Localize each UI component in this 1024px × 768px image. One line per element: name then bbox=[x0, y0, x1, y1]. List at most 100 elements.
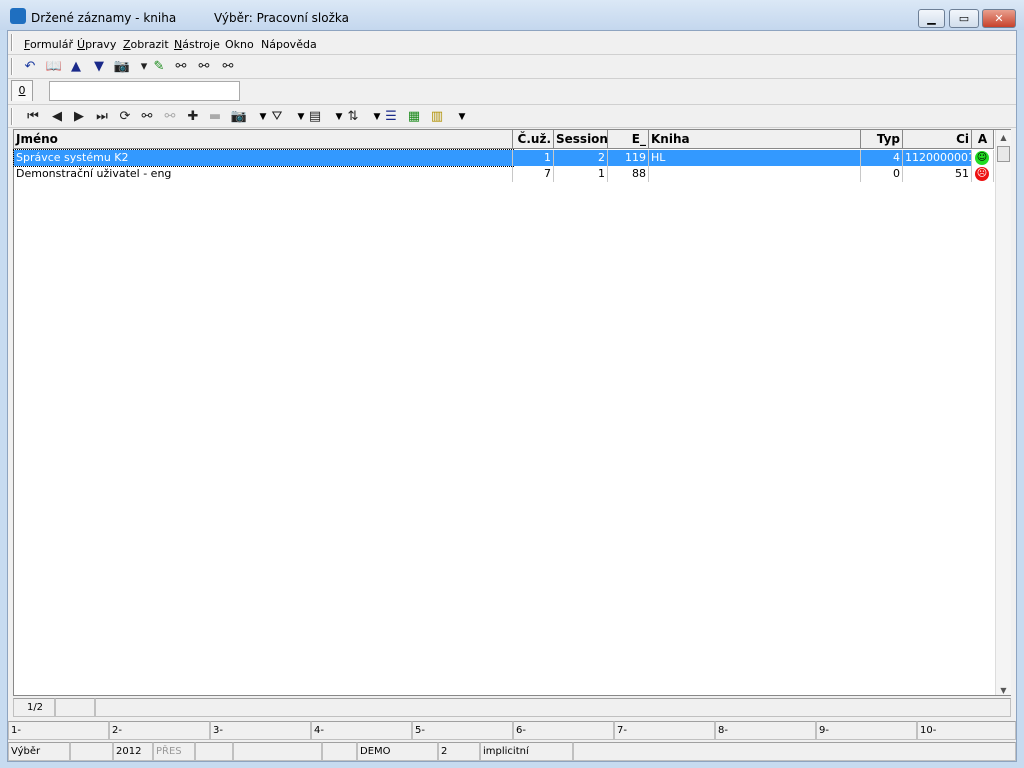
function-key-10[interactable]: 10- bbox=[917, 721, 1016, 740]
app-icon bbox=[10, 8, 26, 24]
scroll-up-icon[interactable]: ▲ bbox=[996, 130, 1011, 146]
status-segment-1 bbox=[70, 742, 113, 761]
add-icon[interactable]: ✚ bbox=[184, 109, 202, 125]
column-header-a[interactable]: A bbox=[972, 130, 994, 149]
function-key-3[interactable]: 3- bbox=[210, 721, 311, 740]
dropdown-arrow-icon[interactable]: ▼ bbox=[453, 109, 471, 125]
status-segment-9: implicitní bbox=[480, 742, 573, 761]
window-subtitle: Výběr: Pracovní složka bbox=[214, 11, 349, 25]
function-key-4[interactable]: 4- bbox=[311, 721, 412, 740]
next-icon[interactable]: ▶ bbox=[70, 109, 88, 125]
menu-3[interactable]: Nástroje bbox=[174, 38, 220, 51]
camera-icon[interactable]: 📷 bbox=[230, 109, 248, 125]
cell-jmeno[interactable]: Správce systému K2 bbox=[13, 149, 514, 167]
function-key-7[interactable]: 7- bbox=[614, 721, 715, 740]
main-toolbar: ↶ 📖 ▲ ▼ 📷 ▾ ✎ ⚯ ⚯ ⚯ bbox=[8, 55, 1016, 79]
scroll-down-icon[interactable]: ▼ bbox=[996, 686, 1011, 695]
function-key-1[interactable]: 1- bbox=[8, 721, 109, 740]
maximize-button[interactable]: ▭ bbox=[949, 9, 979, 28]
record-position: 1/2 bbox=[13, 698, 55, 717]
status-segment-2: 2012 bbox=[113, 742, 153, 761]
cell-e[interactable]: 119 bbox=[608, 150, 649, 166]
tab-0[interactable]: 0 bbox=[11, 80, 33, 101]
status-segment-0: Výběr bbox=[8, 742, 70, 761]
last-icon[interactable]: ⏭ bbox=[93, 109, 111, 125]
cell-e[interactable]: 88 bbox=[608, 166, 649, 182]
scroll-thumb[interactable] bbox=[997, 146, 1010, 162]
cell-cuz[interactable]: 7 bbox=[513, 166, 554, 182]
status-segment-3: PŘES bbox=[153, 742, 195, 761]
column-header-cuz[interactable]: Č.už. bbox=[513, 130, 554, 149]
column-header-session[interactable]: Session bbox=[554, 130, 608, 149]
cell-ci[interactable]: 51 bbox=[903, 166, 972, 182]
dropdown-arrow-icon[interactable]: ▼ bbox=[368, 109, 386, 125]
function-key-6[interactable]: 6- bbox=[513, 721, 614, 740]
dropdown-arrow-icon[interactable]: ▼ bbox=[254, 109, 272, 125]
record-status-message bbox=[95, 698, 1011, 717]
menu-bar: Formulář Úpravy Zobrazit Nástroje Okno Nápově… bbox=[8, 31, 1016, 55]
minimize-button[interactable]: ▁ bbox=[918, 9, 945, 28]
cell-session[interactable]: 1 bbox=[554, 166, 608, 182]
binoculars-disabled-icon[interactable]: ⚯ bbox=[161, 109, 179, 125]
column-header-typ[interactable]: Typ bbox=[861, 130, 903, 149]
column-header-kniha[interactable]: Kniha bbox=[649, 130, 861, 149]
cell-a[interactable]: ☹ bbox=[972, 166, 994, 182]
status-segment-10 bbox=[573, 742, 1016, 761]
book-icon[interactable]: 📖 bbox=[45, 59, 63, 75]
remove-icon[interactable]: ▬ bbox=[206, 109, 224, 125]
cell-kniha[interactable] bbox=[649, 166, 861, 182]
cell-session[interactable]: 2 bbox=[554, 150, 608, 166]
dropdown-arrow-icon[interactable]: ▼ bbox=[330, 109, 348, 125]
column-header-e[interactable]: E_ bbox=[608, 130, 649, 149]
cell-typ[interactable]: 0 bbox=[861, 166, 903, 182]
cell-ci[interactable]: 1120000001 bbox=[903, 150, 972, 166]
menu-0[interactable]: Formulář bbox=[24, 38, 73, 51]
active-smiley-icon: ☺ bbox=[975, 151, 989, 165]
filter-input[interactable] bbox=[49, 81, 240, 101]
status-segment-7: DEMO bbox=[357, 742, 438, 761]
binoculars-icon[interactable]: ⚯ bbox=[138, 109, 156, 125]
status-segment-8: 2 bbox=[438, 742, 480, 761]
column-header-jmeno[interactable]: Jméno bbox=[14, 130, 513, 149]
excel-icon[interactable]: ▦ bbox=[405, 109, 423, 125]
report-icon[interactable]: ▥ bbox=[428, 109, 446, 125]
cell-a[interactable]: ☺ bbox=[972, 150, 994, 166]
cell-kniha[interactable]: HL bbox=[649, 150, 861, 166]
status-segment-4 bbox=[195, 742, 233, 761]
undo-icon[interactable]: ↶ bbox=[21, 59, 39, 75]
menu-1[interactable]: Úpravy bbox=[77, 38, 116, 51]
find-next-icon[interactable]: ⚯ bbox=[195, 59, 213, 75]
window-client: Formulář Úpravy Zobrazit Nástroje Okno Nápově… bbox=[7, 30, 1017, 762]
excel-edit-icon[interactable]: ✎ bbox=[150, 59, 168, 75]
function-key-2[interactable]: 2- bbox=[109, 721, 210, 740]
arrow-up-icon[interactable]: ▲ bbox=[67, 59, 85, 75]
menu-2[interactable]: Zobrazit bbox=[123, 38, 169, 51]
refresh-icon[interactable]: ⟳ bbox=[116, 109, 134, 125]
prev-icon[interactable]: ◀ bbox=[48, 109, 66, 125]
column-header-ci[interactable]: Ci bbox=[903, 130, 972, 149]
vertical-scrollbar[interactable]: ▲ ▼ bbox=[995, 130, 1011, 695]
status-segment-5 bbox=[233, 742, 322, 761]
cell-jmeno[interactable]: Demonstrační uživatel - eng bbox=[14, 166, 513, 182]
cell-typ[interactable]: 4 bbox=[861, 150, 903, 166]
cell-cuz[interactable]: 1 bbox=[513, 150, 554, 166]
first-icon[interactable]: ⏮ bbox=[24, 109, 42, 125]
find-prev-icon[interactable]: ⚯ bbox=[219, 59, 237, 75]
function-key-5[interactable]: 5- bbox=[412, 721, 513, 740]
status-segment-6 bbox=[322, 742, 357, 761]
function-key-9[interactable]: 9- bbox=[816, 721, 917, 740]
binoculars-icon[interactable]: ⚯ bbox=[172, 59, 190, 75]
menu-5[interactable]: Nápověda bbox=[261, 38, 317, 51]
function-key-8[interactable]: 8- bbox=[715, 721, 816, 740]
records-grid: Jméno Č.už. Session E_ Kniha Typ Ci A Správce sy… bbox=[13, 129, 1011, 696]
camera-icon[interactable]: 📷 bbox=[113, 59, 131, 75]
title-bar: Držené záznamy - kniha Výběr: Pracovní s… bbox=[0, 0, 1024, 30]
grid-toolbar: ⏮ ◀ ▶ ⏭ ⟳ ⚯ ⚯ ✚ ▬ 📷 ⛛ ▤ ⇅ ☰ ▦ ▥ ▼ ▼ ▼ ▼ ▼ bbox=[8, 104, 1016, 128]
arrow-down-icon[interactable]: ▼ bbox=[90, 59, 108, 75]
record-status-empty bbox=[55, 698, 95, 717]
dropdown-arrow-icon[interactable]: ▼ bbox=[292, 109, 310, 125]
close-button[interactable]: ✕ bbox=[982, 9, 1016, 28]
window-title: Držené záznamy - kniha bbox=[31, 11, 177, 25]
menu-4[interactable]: Okno bbox=[225, 38, 254, 51]
inactive-frown-icon: ☹ bbox=[975, 167, 989, 181]
